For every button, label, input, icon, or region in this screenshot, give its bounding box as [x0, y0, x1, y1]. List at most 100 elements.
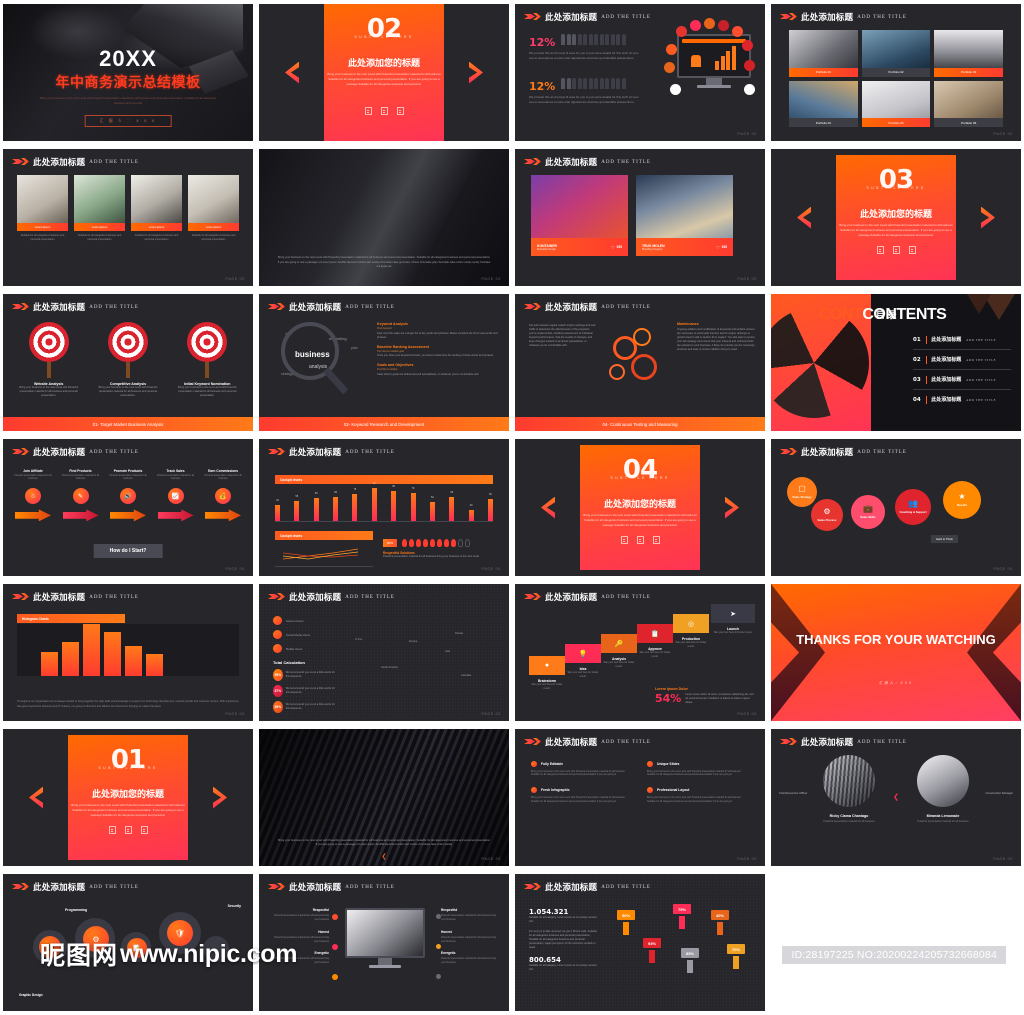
card-label: Lorem ipsum	[17, 223, 68, 231]
slide-title-zh: 此处添加标题	[33, 447, 86, 457]
portfolio-item[interactable]: Portfolio 06	[934, 80, 1003, 127]
photo-card[interactable]: Lorem ipsum Suitable for all categories …	[17, 175, 68, 242]
slide-thumbnail[interactable]: 此处添加标题 ADD THE TITLE Internet Users Soci…	[256, 580, 512, 725]
slide-thumbnail[interactable]: 此处添加标题 ADD THE TITLE Ricky Clama Chaniag…	[768, 725, 1024, 870]
portfolio-item[interactable]: Portfolio 01	[789, 30, 858, 77]
card-photo	[188, 175, 239, 223]
portfolio-item[interactable]: Portfolio 02	[861, 30, 931, 77]
photo-card[interactable]: Lorem ipsum Suitable for all categories …	[74, 175, 125, 242]
step-item: Find Products Powerful presentation mate…	[59, 469, 103, 522]
media-card[interactable]: TRUK MOLEN Branding Company ♡ 535	[636, 175, 733, 256]
slide-thumbnail[interactable]: 此处添加标题 ADD THE TITLE Portfolio 01 Portfo…	[768, 0, 1024, 145]
slide-gears: 此处添加标题 ADD THE TITLE 💼 ⚙ 📝 🛡 Programming…	[3, 874, 253, 1011]
slide-thumbnail[interactable]: 此处添加标题 ADD THE TITLE business analysis m…	[256, 290, 512, 435]
slide-thumbnail[interactable]: THANKS FOR YOUR WATCHING 汇报人：XXX	[768, 580, 1024, 725]
cover-presenter: 汇 报 人 ： X X X	[84, 115, 172, 127]
portfolio-caption: Portfolio 05	[861, 118, 931, 127]
card-count: 535	[721, 245, 727, 249]
slide-thumbnail[interactable]: Bring your business to the next Level wi…	[256, 145, 512, 290]
card-text: Suitable for all categories business and…	[20, 234, 65, 241]
photo-card[interactable]: Lorem ipsum Suitable for all categories …	[131, 175, 182, 242]
slide-thumbnail[interactable]: 20XX 年中商务演示总结模板 Bring your business to t…	[0, 0, 256, 145]
page-number: PAGE 00	[993, 132, 1013, 136]
slide-thumbnail[interactable]: 此处添加标题 ADD THE TITLE Respectful Powerful…	[256, 870, 512, 1015]
feature-item: Professional Layout Bring your business …	[647, 787, 749, 803]
region-label: Asia	[445, 650, 451, 653]
slide-thumbnail[interactable]: 此处添加标题 ADD THE TITLE Set and measure reg…	[512, 290, 768, 435]
line-chart-svg	[282, 548, 359, 560]
slide-thumbnail[interactable]: 04 SUBTITLE HERE 此处添加您的标题 Bring your bus…	[512, 435, 768, 580]
slide-thumbnail[interactable]: 此处添加标题 ADD THE TITLE KONTAINER Illustrat…	[512, 145, 768, 290]
money-icon: 💰	[215, 488, 231, 505]
slide-ribbon: 04- Continuous Testing and Measuring	[515, 417, 765, 431]
gears-graphic	[607, 326, 669, 388]
card-label: Lorem ipsum	[188, 223, 239, 231]
slide-thumbnail[interactable]: 此处添加标题 ADD THE TITLE 1.054.321 Suitable …	[512, 870, 768, 1015]
slide-thumbnail[interactable]: 此处添加标题 ADD THE TITLE Cockpit charts 44 5…	[256, 435, 512, 580]
portfolio-item[interactable]: Portfolio 05	[861, 80, 931, 127]
portfolio-item[interactable]: Portfolio 03	[934, 30, 1003, 77]
portfolio-item[interactable]: Portfolio 04	[789, 80, 858, 127]
photo-card[interactable]: Lorem ipsum Suitable for all categories …	[188, 175, 239, 242]
share-icon	[273, 630, 282, 639]
slide-thumbnail[interactable]: 此处添加标题 ADD THE TITLE 💼 ⚙ 📝 🛡 Programming…	[0, 870, 256, 1015]
arrow-bullet-icon	[12, 883, 29, 891]
slide-thumbnail[interactable]: 此处添加标题 ADD THE TITLE ● Brainstorm Site y…	[512, 580, 768, 725]
how-do-i-start-button[interactable]: How do I Start?	[93, 544, 163, 558]
slide-portfolio: 此处添加标题 ADD THE TITLE Portfolio 01 Portfo…	[771, 4, 1021, 141]
page-number: PAGE 00	[481, 567, 501, 571]
cover-subtitle: Bring your business to the next Level wi…	[40, 96, 216, 105]
gear-icon: ⚙	[823, 507, 831, 516]
page-number: PAGE 00	[737, 277, 757, 281]
step-text: Powerful presentation material for all b…	[61, 474, 100, 480]
contents-row[interactable]: 04 此处添加标题 ADD THE TITLE	[913, 390, 1011, 409]
chevron-left-icon: ❮	[893, 794, 899, 801]
doc-icon-row	[324, 107, 444, 115]
arrow-bullet-icon	[780, 13, 797, 21]
target-stand	[125, 362, 130, 378]
circle-label: Sales Process	[817, 518, 837, 522]
slide-header: 此处添加标题 ADD THE TITLE	[12, 301, 139, 313]
contents-row[interactable]: 03 此处添加标题 ADD THE TITLE	[913, 370, 1011, 390]
slide-thumbnail[interactable]: 此处添加标题 ADD THE TITLE Join Affiliate Powe…	[0, 435, 256, 580]
legend-text: Mobile Users	[286, 646, 303, 651]
point-title: Goals and Objectives	[377, 363, 414, 368]
contents-row[interactable]: 01 此处添加标题 ADD THE TITLE	[913, 330, 1011, 350]
slide-thumbnail[interactable]: CONTCONTENTSCONTENTS 目 录 01 此处添加标题 ADD T…	[768, 290, 1024, 435]
bullet-dot	[332, 914, 338, 920]
total-title: Total Calculation	[273, 660, 305, 665]
ribbon-step: ● Brainstorm Site your text here for bet…	[529, 656, 565, 691]
histogram-header: Histogram Charts	[17, 614, 125, 623]
step-title: Find Products	[69, 469, 92, 473]
contents-row[interactable]: 02 此处添加标题 ADD THE TITLE	[913, 350, 1011, 370]
slide-thumbnail[interactable]: 此处添加标题 ADD THE TITLE Histogram Charts Th…	[0, 580, 256, 725]
slide-thumbnail[interactable]: 此处添加标题 ADD THE TITLE ▢ Sales Strategy ⚙ …	[768, 435, 1024, 580]
slide-thumbnail[interactable]: Bring your business to the next Level wi…	[256, 725, 512, 870]
region-label: Europe	[409, 640, 418, 643]
section-panel: 04 SUBTITLE HERE 此处添加您的标题 Bring your bus…	[580, 445, 700, 570]
slide-thumbnail[interactable]: 02 SUBTITLE HERE 此处添加您的标题 Bring your bus…	[256, 0, 512, 145]
slide-ribbon: 02- Keyword Research and Development	[259, 417, 509, 431]
arrow-bullet-icon	[524, 303, 541, 311]
slide-thumbnail[interactable]: 此处添加标题 ADD THE TITLE 12% We provide this…	[512, 0, 768, 145]
chart-icon: 📈	[167, 488, 184, 505]
arrow-bullet-icon	[268, 448, 285, 456]
step-text: Powerful presentation material for all b…	[14, 474, 52, 480]
step-item: Promote Products Powerful presentation m…	[106, 469, 150, 522]
slide-thumbnail[interactable]: 01 SUBTITLE HERE 此处添加您的标题 Bring your bus…	[0, 725, 256, 870]
media-card[interactable]: KONTAINER Illustration Design ♡ 535	[531, 175, 628, 256]
slide-thumbnail[interactable]: 此处添加标题 ADD THE TITLE Website Analysis Br…	[0, 290, 256, 435]
stat-text: We provide this as the best fit area for…	[529, 51, 639, 60]
doc-icon-row	[836, 246, 956, 254]
slide-thumbnail[interactable]: 此处添加标题 ADD THE TITLE Fully Editable Brin…	[512, 725, 768, 870]
slide-histogram: 此处添加标题 ADD THE TITLE Histogram Charts Th…	[3, 584, 253, 721]
slide-circle-infographic: 此处添加标题 ADD THE TITLE ▢ Sales Strategy ⚙ …	[771, 439, 1021, 576]
slide-thumbnail[interactable]: 此处添加标题 ADD THE TITLE Lorem ipsum Suitabl…	[0, 145, 256, 290]
member-role: Chief Executive Officer	[779, 791, 808, 795]
arrow-shape	[62, 509, 99, 522]
slide-thumbnail[interactable]: 03 SUBTITLE HERE 此处添加您的标题 Bring your bus…	[768, 145, 1024, 290]
slide-title-zh: 此处添加标题	[33, 592, 86, 602]
section-body: Bring your business to the next Level wi…	[583, 513, 697, 528]
arrow-bullet-icon	[524, 883, 541, 891]
ribbon-step: 💡 Idea Site your text here for better re…	[565, 644, 601, 679]
